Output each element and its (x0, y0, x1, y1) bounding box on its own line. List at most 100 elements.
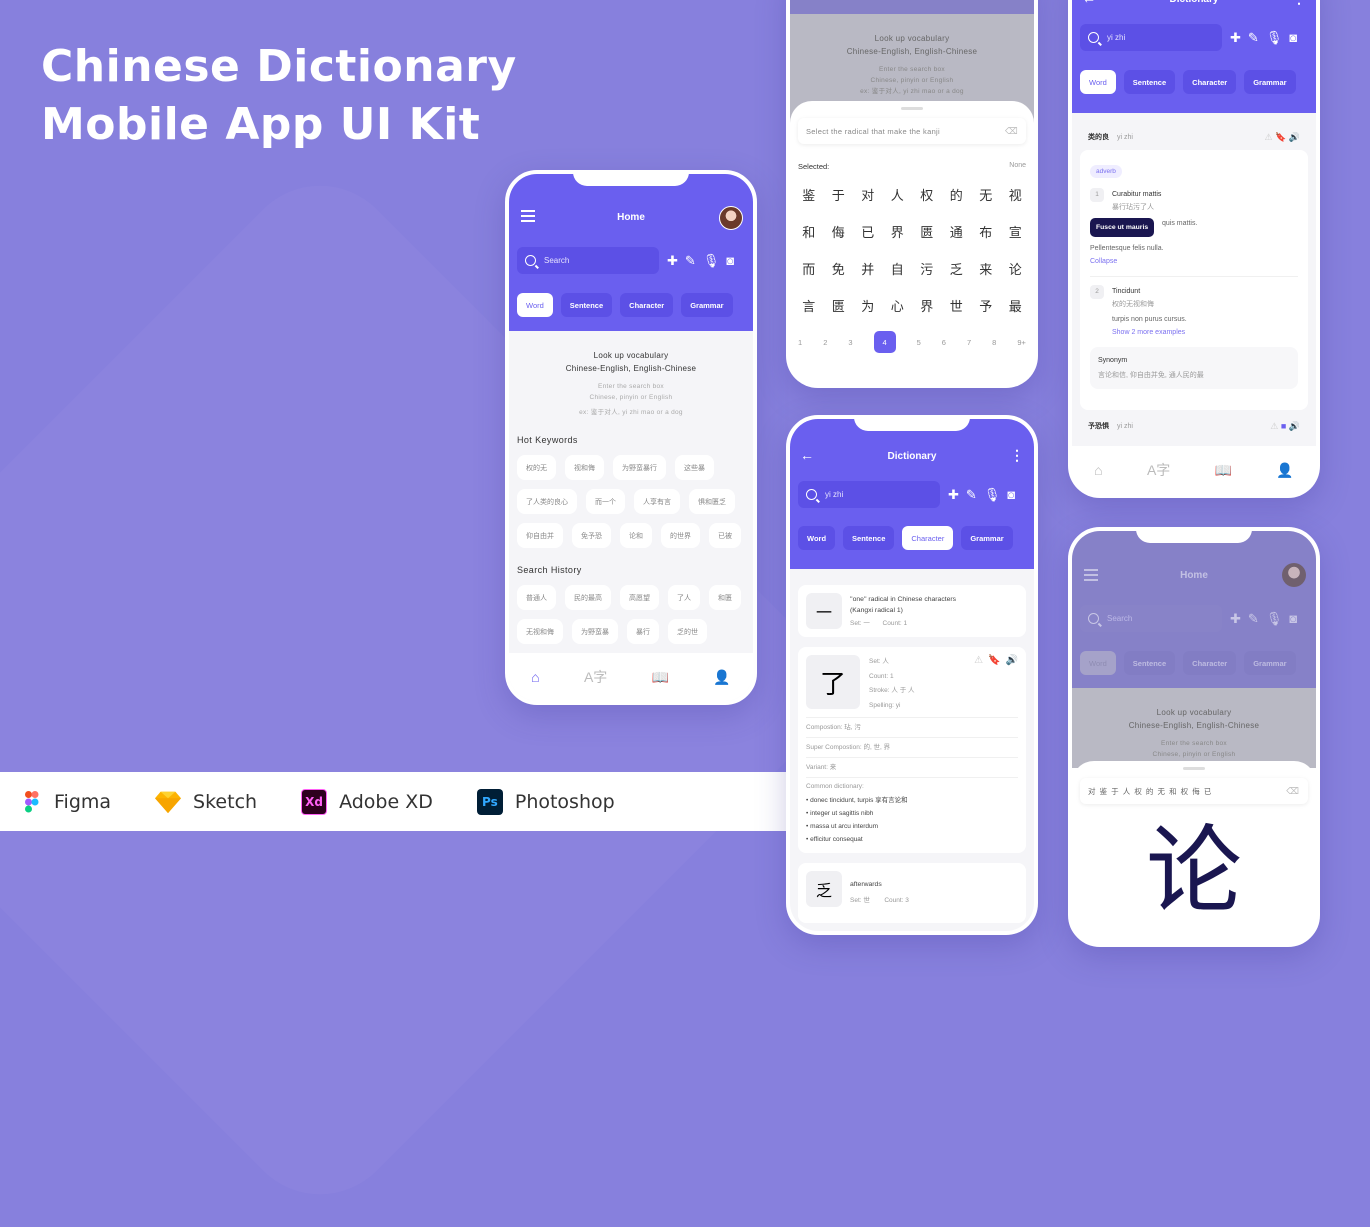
keyword-chip[interactable]: 的世界 (661, 523, 700, 548)
page-button[interactable]: 8 (992, 338, 996, 347)
keyword-chip[interactable]: 已被 (709, 523, 741, 548)
radical-cell[interactable]: 对 (853, 185, 883, 204)
backspace-icon[interactable]: ⌫ (1005, 126, 1018, 137)
search-input[interactable]: Search (517, 247, 659, 274)
profile-icon[interactable]: 👤 (1276, 462, 1293, 479)
drawing-canvas[interactable]: 论 (1072, 824, 1316, 920)
warning-icon[interactable]: ⚠ (974, 655, 983, 713)
speaker-icon[interactable]: 🔊 (1006, 655, 1018, 713)
radical-cell[interactable]: 已 (853, 222, 883, 241)
home-icon[interactable]: ⌂ (1094, 462, 1102, 478)
camera-icon[interactable]: ◙ (726, 253, 734, 269)
handwriting-input[interactable]: 对 鉴 于 人 权 的 无 和 权 侮 已 ⌫ (1080, 778, 1308, 804)
page-button[interactable]: 1 (798, 338, 802, 347)
tab-word[interactable]: Word (1080, 651, 1116, 675)
page-button[interactable]: 2 (823, 338, 827, 347)
radical-cell[interactable]: 免 (824, 259, 854, 278)
keyword-chip[interactable]: 免予恐 (572, 523, 611, 548)
warning-icon[interactable]: ⚠ (1264, 132, 1272, 142)
bookmark-icon[interactable]: 🔖 (1275, 132, 1286, 142)
keyword-chip[interactable]: 权的无 (517, 455, 556, 480)
more-icon[interactable]: ⋮ (1010, 447, 1024, 464)
radical-cell[interactable]: 的 (942, 185, 972, 204)
radical-cell[interactable]: 通 (942, 222, 972, 241)
radical-input[interactable]: Select the radical that make the kanji ⌫ (798, 118, 1026, 144)
history-chip[interactable]: 高愿望 (620, 585, 659, 610)
radical-cell[interactable]: 自 (883, 259, 913, 278)
radical-icon[interactable]: ✚ (667, 253, 678, 269)
home-icon[interactable]: ⌂ (531, 669, 539, 685)
collapse-link[interactable]: Collapse (1090, 255, 1298, 268)
keyword-chip[interactable]: 惧和匮乏 (689, 489, 735, 514)
history-chip[interactable]: 为野蛮暴 (572, 619, 618, 644)
radical-card[interactable]: 一 ''one'' radical in Chinese characters … (798, 585, 1026, 637)
history-chip[interactable]: 了人 (668, 585, 700, 610)
radical-cell[interactable]: 为 (853, 296, 883, 315)
radical-cell[interactable]: 匮 (824, 296, 854, 315)
sheet-handle[interactable] (1183, 767, 1205, 770)
tab-grammar[interactable]: Grammar (1244, 651, 1296, 675)
profile-icon[interactable]: 👤 (713, 669, 730, 686)
tab-sentence[interactable]: Sentence (843, 526, 895, 550)
tab-character[interactable]: Character (1183, 70, 1237, 94)
tab-word[interactable]: Word (517, 293, 553, 317)
page-button[interactable]: 7 (967, 338, 971, 347)
show-more-link[interactable]: Show 2 more examples (1112, 326, 1298, 339)
page-button[interactable]: 6 (942, 338, 946, 347)
tab-character[interactable]: Character (902, 526, 954, 550)
mic-icon[interactable]: 🎙 (1266, 611, 1283, 627)
bookmark-icon[interactable]: 🔖 (988, 655, 1000, 713)
radical-cell[interactable]: 权 (912, 185, 942, 204)
history-chip[interactable]: 民的最高 (565, 585, 611, 610)
translate-icon[interactable]: A字 (584, 667, 607, 687)
more-icon[interactable]: ⋮ (1292, 0, 1306, 7)
keyword-chip[interactable]: 为野蛮暴行 (613, 455, 666, 480)
mic-icon[interactable]: 🎙 (703, 253, 720, 269)
radical-icon[interactable]: ✚ (948, 487, 959, 503)
radical-cell[interactable]: 无 (971, 185, 1001, 204)
radical-cell[interactable]: 人 (883, 185, 913, 204)
radical-cell[interactable]: 论 (1001, 259, 1031, 278)
radical-cell[interactable]: 予 (971, 296, 1001, 315)
speaker-icon[interactable]: 🔊 (1289, 132, 1300, 142)
radical-cell[interactable]: 并 (853, 259, 883, 278)
keyword-chip[interactable]: 这些暴 (675, 455, 714, 480)
radical-cell[interactable]: 鉴 (794, 185, 824, 204)
radical-cell[interactable]: 污 (912, 259, 942, 278)
radical-cell[interactable]: 侮 (824, 222, 854, 241)
avatar[interactable] (1282, 563, 1306, 587)
page-button[interactable]: 3 (848, 338, 852, 347)
backspace-icon[interactable]: ⌫ (1286, 786, 1300, 797)
tab-sentence[interactable]: Sentence (560, 293, 613, 317)
search-input[interactable]: Search (1080, 605, 1222, 632)
keyword-chip[interactable]: 视和侮 (565, 455, 604, 480)
keyword-chip[interactable]: 而一个 (586, 489, 625, 514)
bookmark-filled-icon[interactable]: ■ (1281, 421, 1286, 431)
camera-icon[interactable]: ◙ (1007, 487, 1015, 503)
radical-cell[interactable]: 言 (794, 296, 824, 315)
radical-icon[interactable]: ✚ (1230, 30, 1241, 46)
speaker-icon[interactable]: 🔊 (1289, 421, 1300, 431)
radical-cell[interactable]: 最 (1001, 296, 1031, 315)
keyword-chip[interactable]: 论和 (620, 523, 652, 548)
radical-cell[interactable]: 于 (824, 185, 854, 204)
tab-word[interactable]: Word (798, 526, 836, 550)
radical-cell[interactable]: 视 (1001, 185, 1031, 204)
radical-cell[interactable]: 匮 (912, 222, 942, 241)
avatar[interactable] (719, 206, 743, 230)
keyword-chip[interactable]: 仰自由并 (517, 523, 563, 548)
sheet-handle[interactable] (901, 107, 923, 110)
history-chip[interactable]: 暴行 (627, 619, 659, 644)
pen-icon[interactable]: ✎ (685, 253, 696, 269)
tab-grammar[interactable]: Grammar (681, 293, 733, 317)
keyword-chip[interactable]: 了人类的良心 (517, 489, 577, 514)
radical-cell[interactable]: 界 (883, 222, 913, 241)
tab-grammar[interactable]: Grammar (961, 526, 1013, 550)
warning-icon[interactable]: ⚠ (1270, 421, 1278, 431)
tab-character[interactable]: Character (620, 293, 674, 317)
camera-icon[interactable]: ◙ (1289, 611, 1297, 627)
radical-cell[interactable]: 界 (912, 296, 942, 315)
book-icon[interactable]: 📖 (1215, 462, 1232, 479)
translate-icon[interactable]: A字 (1147, 460, 1170, 480)
camera-icon[interactable]: ◙ (1289, 30, 1297, 46)
